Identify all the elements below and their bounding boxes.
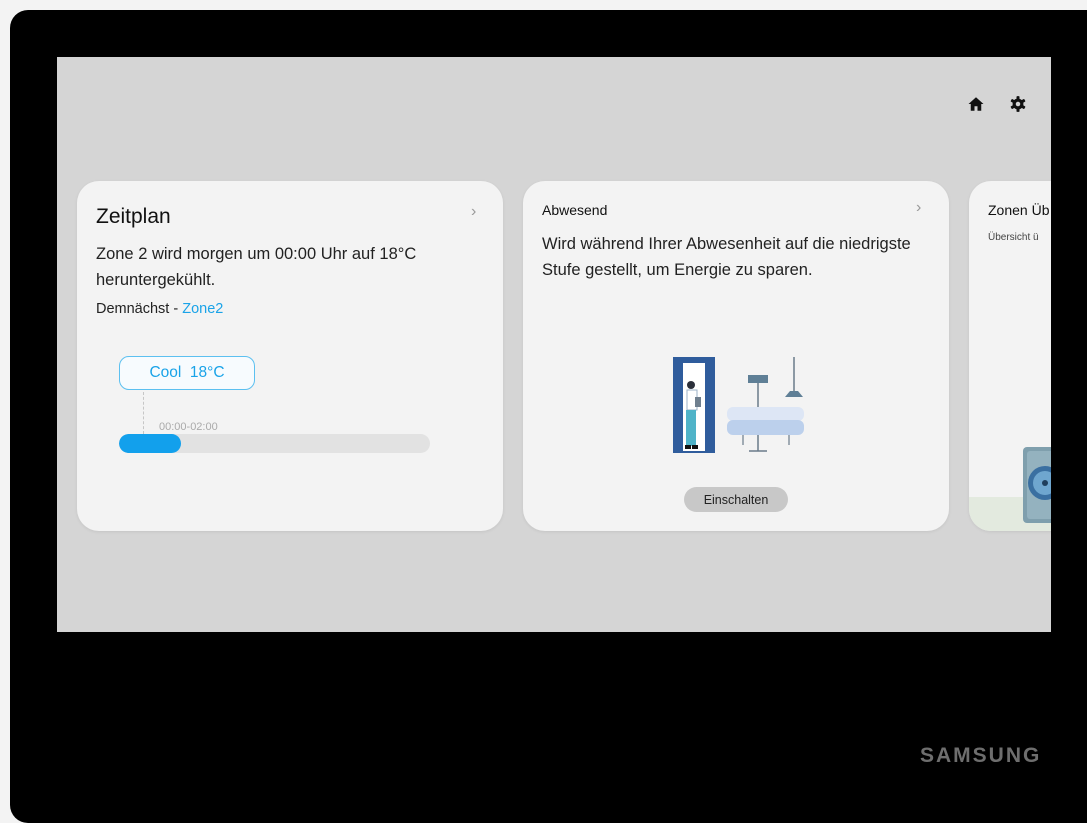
screen: Zeitplan › Zone 2 wird morgen um 00:00 U…	[57, 57, 1051, 632]
mode-temperature-label: Cool 18°C	[149, 364, 225, 381]
chevron-right-icon[interactable]: ›	[916, 199, 921, 217]
away-description: Wird während Ihrer Abwesenheit auf die n…	[542, 235, 911, 279]
zones-overview-card[interactable]: Zonen Üb Übersicht ü	[969, 181, 1051, 531]
schedule-card[interactable]: Zeitplan › Zone 2 wird morgen um 00:00 U…	[77, 181, 503, 531]
schedule-description: Zone 2 wird morgen um 00:00 Uhr auf 18°C…	[96, 245, 417, 289]
upcoming-line: Demnächst - Zone2	[96, 301, 223, 317]
mode-temperature-pill: Cool 18°C	[119, 356, 255, 390]
timeline-connector	[143, 392, 144, 434]
time-range-label: 00:00-02:00	[159, 421, 218, 433]
schedule-progress-fill	[119, 434, 182, 453]
away-illustration	[673, 357, 804, 453]
home-icon[interactable]	[966, 94, 986, 114]
device-frame: Zeitplan › Zone 2 wird morgen um 00:00 U…	[10, 10, 1087, 823]
switch-on-button[interactable]: Einschalten	[684, 487, 788, 512]
zones-overview-title: Zonen Üb	[988, 202, 1050, 218]
zones-overview-subtitle: Übersicht ü	[988, 232, 1039, 243]
gear-icon[interactable]	[1008, 94, 1028, 114]
upcoming-label: Demnächst -	[96, 301, 183, 317]
brand-logo: SAMSUNG	[920, 744, 1042, 767]
heat-pump-illustration	[969, 447, 1051, 531]
away-card[interactable]: Abwesend › Wird während Ihrer Abwesenhei…	[523, 181, 949, 531]
away-title: Abwesend	[542, 202, 608, 218]
schedule-title: Zeitplan	[96, 205, 171, 228]
upcoming-zone-link[interactable]: Zone2	[182, 301, 223, 317]
chevron-right-icon[interactable]: ›	[471, 203, 476, 221]
schedule-progress-track	[119, 434, 430, 453]
